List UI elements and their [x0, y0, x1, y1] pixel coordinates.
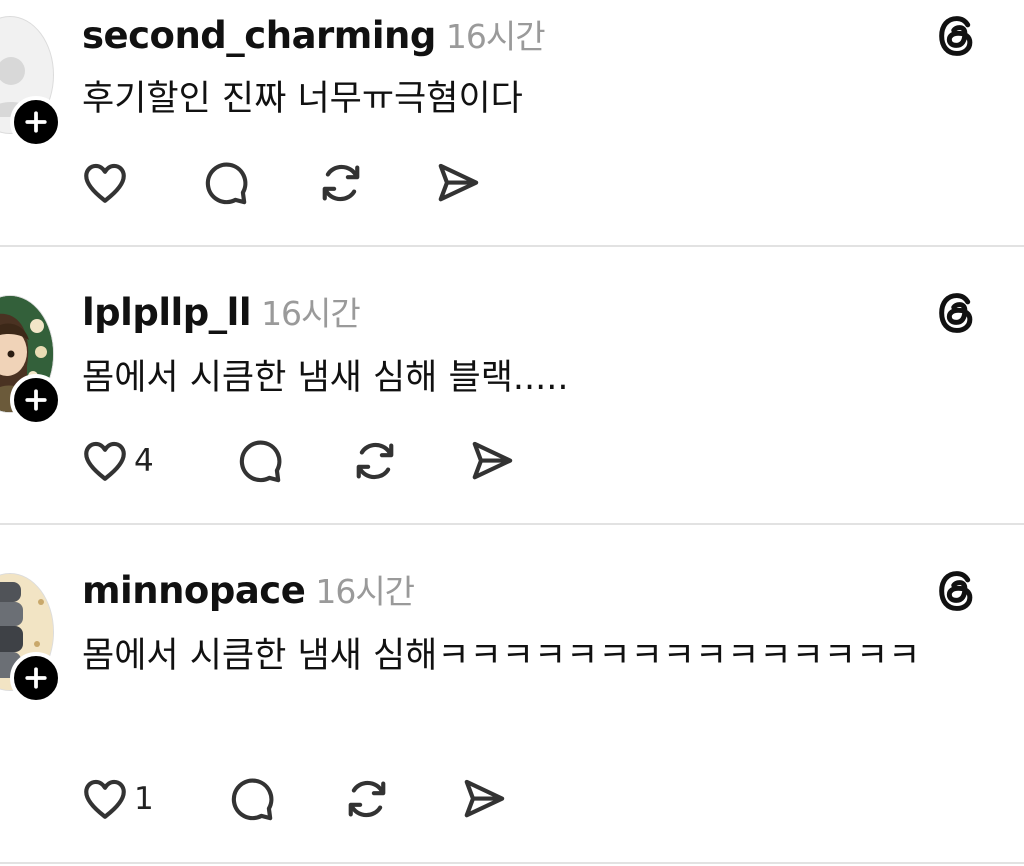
username[interactable]: second_charming	[82, 14, 436, 57]
post-timestamp: 16시간	[445, 17, 546, 56]
post-header: lplpllp_ll 16시간	[82, 287, 361, 337]
username[interactable]: minnopace	[82, 569, 306, 612]
follow-button[interactable]	[10, 96, 62, 148]
threads-logo-icon[interactable]	[934, 290, 980, 336]
share-icon	[466, 436, 516, 486]
like-count: 1	[134, 781, 154, 817]
share-icon	[458, 774, 508, 824]
post-divider	[0, 862, 1024, 864]
post-1: second_charming 16시간 후기할인 진짜 너무ㅠ극혐이다	[0, 0, 1024, 246]
repost-button[interactable]	[350, 435, 466, 487]
heart-icon	[80, 436, 130, 486]
heart-icon	[80, 774, 130, 824]
repost-icon	[342, 774, 392, 824]
share-icon	[432, 158, 482, 208]
like-button[interactable]: 1	[80, 773, 226, 825]
plus-icon	[21, 663, 51, 693]
like-button[interactable]	[80, 157, 200, 209]
comment-icon	[200, 158, 250, 208]
post-actions: 1	[80, 773, 518, 825]
post-timestamp: 16시간	[261, 294, 361, 333]
comment-button[interactable]	[200, 157, 316, 209]
post-3: minnopace 16시간 몸에서 시큼한 냄새 심해ㅋㅋㅋㅋㅋㅋㅋㅋㅋㅋㅋㅋ…	[0, 525, 1024, 864]
post-text: 몸에서 시큼한 냄새 심해ㅋㅋㅋㅋㅋㅋㅋㅋㅋㅋㅋㅋㅋㅋㅋ	[82, 636, 921, 676]
repost-button[interactable]	[316, 157, 432, 209]
plus-icon	[21, 107, 51, 137]
like-button[interactable]: 4	[80, 435, 234, 487]
threads-logo-icon[interactable]	[934, 13, 980, 59]
username[interactable]: lplpllp_ll	[82, 291, 252, 334]
share-button[interactable]	[432, 157, 492, 209]
share-button[interactable]	[458, 773, 518, 825]
post-2: lplpllp_ll 16시간 몸에서 시큼한 냄새 심해 블랙..... 4	[0, 247, 1024, 524]
post-actions: 4	[80, 435, 526, 487]
post-header: minnopace 16시간	[82, 565, 415, 615]
post-text: 몸에서 시큼한 냄새 심해 블랙.....	[82, 358, 569, 398]
comment-button[interactable]	[234, 435, 350, 487]
like-count: 4	[134, 443, 154, 479]
comment-button[interactable]	[226, 773, 342, 825]
repost-icon	[350, 436, 400, 486]
threads-logo-icon[interactable]	[934, 568, 980, 614]
comment-icon	[234, 436, 284, 486]
repost-button[interactable]	[342, 773, 458, 825]
heart-icon	[80, 158, 130, 208]
plus-icon	[21, 385, 51, 415]
comment-icon	[226, 774, 276, 824]
follow-button[interactable]	[10, 374, 62, 426]
follow-button[interactable]	[10, 652, 62, 704]
share-button[interactable]	[466, 435, 526, 487]
post-text: 후기할인 진짜 너무ㅠ극혐이다	[82, 79, 523, 119]
post-header: second_charming 16시간	[82, 10, 546, 60]
repost-icon	[316, 158, 366, 208]
post-actions	[80, 157, 492, 209]
post-timestamp: 16시간	[315, 572, 415, 611]
